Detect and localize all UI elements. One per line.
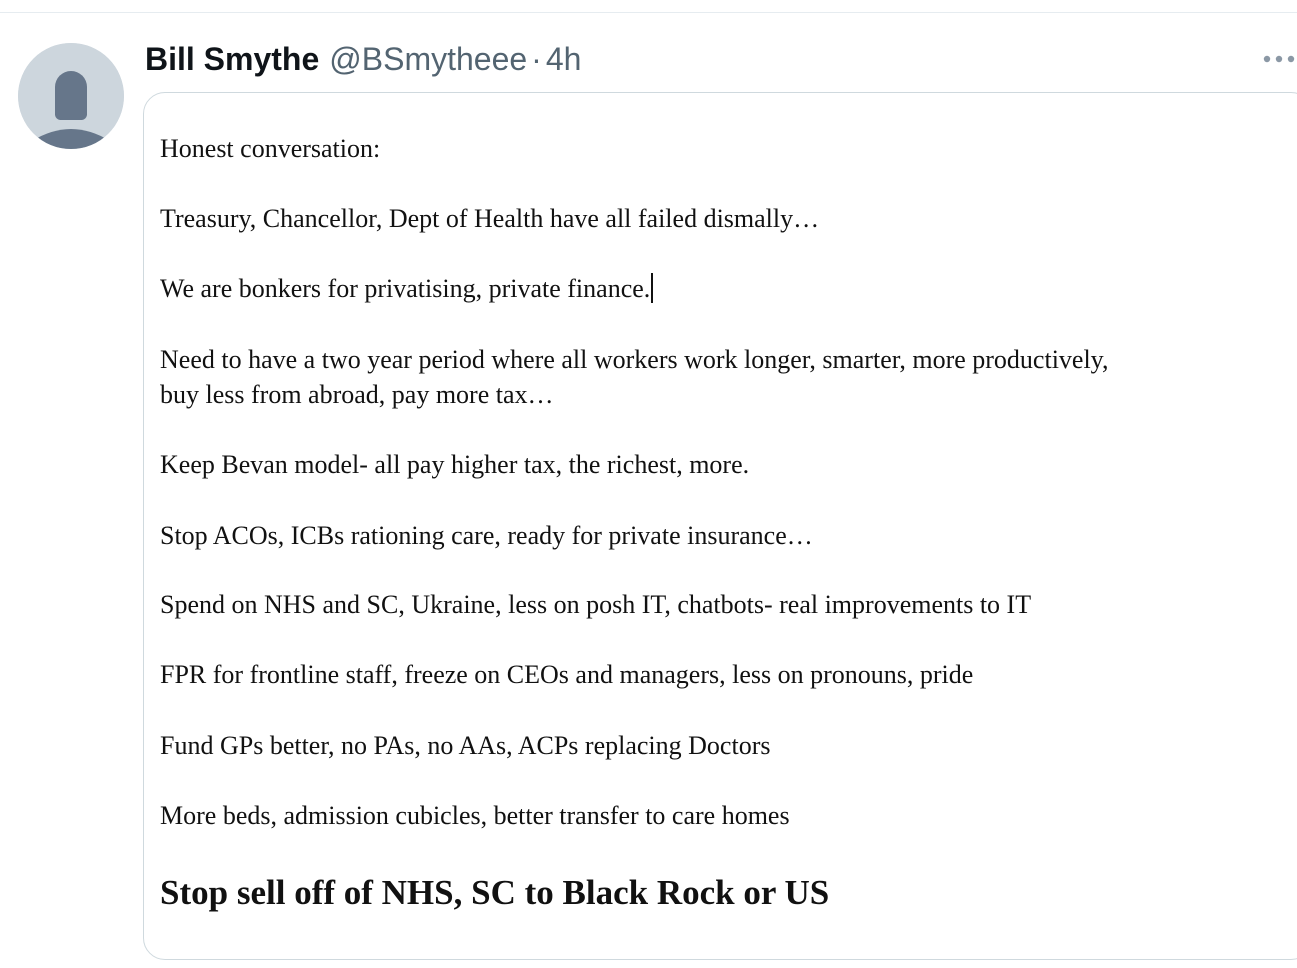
image-text-line: We are bonkers for privatising, private … <box>160 274 651 303</box>
image-text-line: Treasury, Chancellor, Dept of Health hav… <box>160 204 820 233</box>
separator-dot: · <box>531 40 542 77</box>
author-display-name[interactable]: Bill Smythe <box>145 41 319 78</box>
image-text-line: Fund GPs better, no PAs, no AAs, ACPs re… <box>160 731 771 760</box>
image-headline: Stop sell off of NHS, SC to Black Rock o… <box>160 873 830 912</box>
tweet-header: Bill Smythe @BSmytheee · 4h <box>145 36 581 82</box>
image-text-line: FPR for frontline staff, freeze on CEOs … <box>160 660 974 689</box>
image-text-line: Honest conversation: <box>160 134 381 163</box>
image-text-line: More beds, admission cubicles, better tr… <box>160 801 790 830</box>
more-icon[interactable] <box>1262 46 1296 72</box>
tweet-timestamp[interactable]: 4h <box>546 41 582 78</box>
image-text-line-with-cursor: We are bonkers for privatising, private … <box>160 272 654 306</box>
author-handle[interactable]: @BSmytheee <box>329 41 527 78</box>
tweet-image[interactable]: Honest conversation: Treasury, Chancello… <box>143 92 1297 960</box>
image-text-line: buy less from abroad, pay more tax… <box>160 380 554 409</box>
default-avatar-icon <box>18 43 124 149</box>
image-text-line: Spend on NHS and SC, Ukraine, less on po… <box>160 590 1032 619</box>
avatar[interactable] <box>18 43 124 149</box>
image-text-line: Stop ACOs, ICBs rationing care, ready fo… <box>160 521 813 550</box>
text-cursor <box>651 273 654 303</box>
image-text-line: Keep Bevan model- all pay higher tax, th… <box>160 450 750 479</box>
image-text-line: Need to have a two year period where all… <box>160 345 1109 374</box>
top-divider <box>0 12 1297 13</box>
